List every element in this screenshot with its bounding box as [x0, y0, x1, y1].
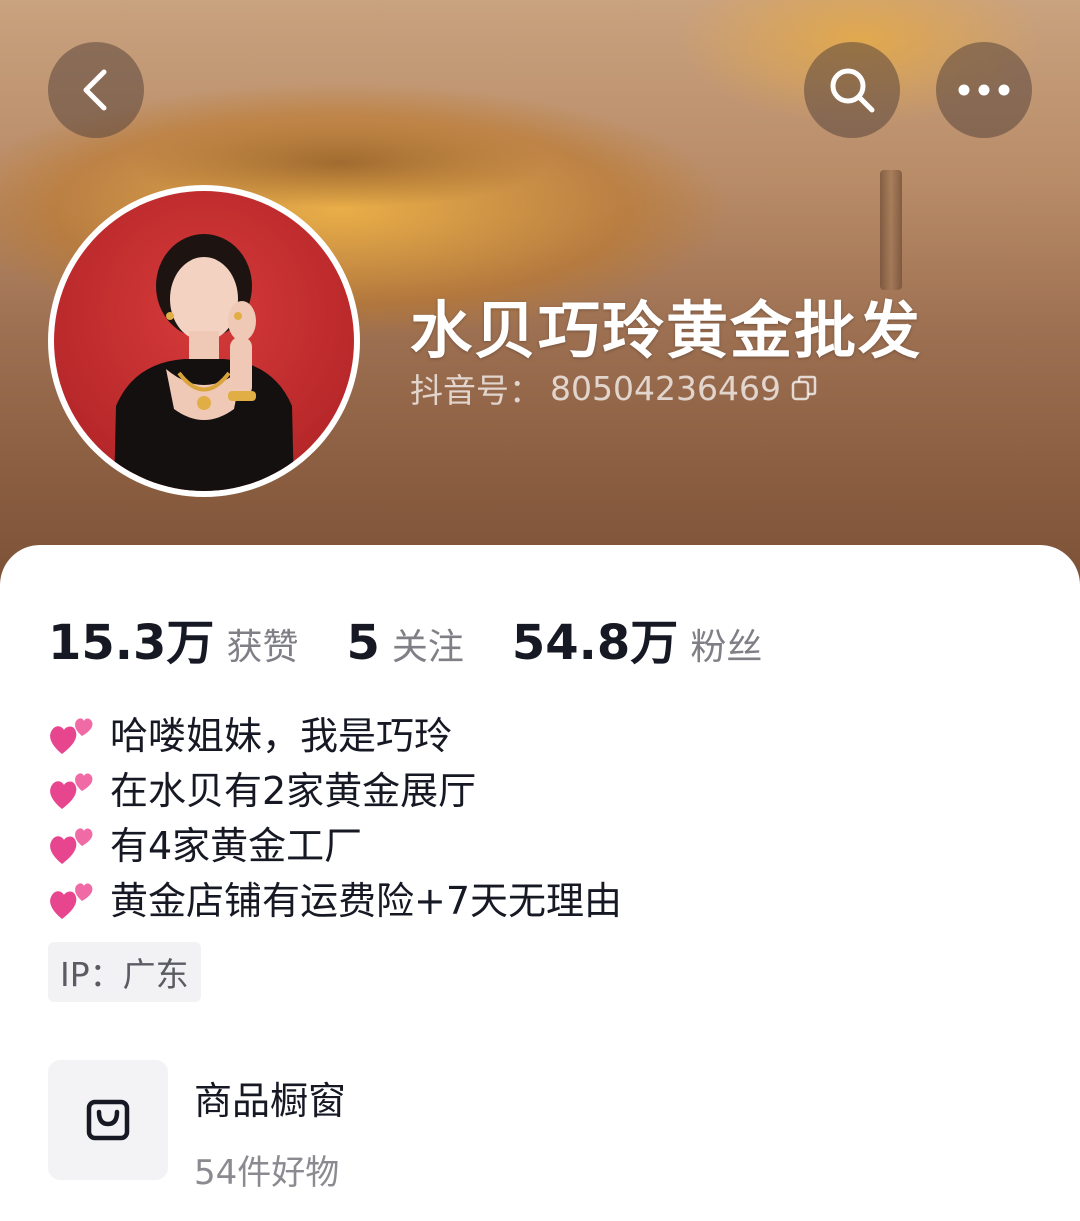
- bio-text: 在水贝有2家黄金展厅: [110, 769, 477, 813]
- two-hearts-icon: [50, 772, 93, 809]
- douyin-id-value: 80504236469: [550, 368, 781, 408]
- shop-subtitle: 54件好物: [194, 1153, 340, 1193]
- avatar-photo: [54, 191, 354, 491]
- stat-following-label: 关注: [391, 627, 464, 668]
- product-showcase-entry[interactable]: 商品橱窗 54件好物: [48, 1060, 346, 1194]
- avatar-portrait: [114, 234, 294, 491]
- douyin-id-row[interactable]: 抖音号： 80504236469: [410, 364, 819, 412]
- profile-name: 水贝巧玲黄金批发: [410, 294, 923, 367]
- search-button[interactable]: [804, 42, 900, 138]
- bio-line: 有4家黄金工厂: [48, 815, 622, 870]
- two-hearts-icon: [50, 827, 93, 864]
- stat-likes-label: 获赞: [226, 627, 299, 668]
- shop-text: 商品橱窗 54件好物: [194, 1060, 346, 1194]
- douyin-id-label: 抖音号：: [410, 371, 542, 410]
- search-icon: [830, 68, 875, 113]
- bio-text: 黄金店铺有运费险+7天无理由: [110, 879, 623, 923]
- two-hearts-icon: [50, 882, 93, 919]
- ip-location-badge: IP：广东: [48, 942, 201, 1002]
- bio-line: 黄金店铺有运费险+7天无理由: [48, 870, 622, 925]
- banner-stand: [880, 170, 902, 290]
- stat-likes-value: 15.3万: [48, 615, 215, 671]
- bio-line: 在水贝有2家黄金展厅: [48, 760, 622, 815]
- chevron-left-icon: [83, 69, 107, 111]
- shopping-bag-icon: [86, 1099, 130, 1141]
- two-hearts-icon: [50, 717, 93, 754]
- shop-icon-box: [48, 1060, 168, 1180]
- stat-followers[interactable]: 54.8万 粉丝: [512, 603, 762, 673]
- more-horizontal-icon: [958, 84, 1010, 96]
- avatar[interactable]: [48, 185, 360, 497]
- shop-title: 商品橱窗: [194, 1079, 347, 1123]
- stat-followers-label: 粉丝: [690, 627, 763, 668]
- profile-card: 15.3万 获赞 5 关注 54.8万 粉丝 哈喽姐妹，我是巧玲 在水贝有2家黄…: [0, 545, 1080, 1221]
- stat-following-value: 5: [346, 615, 380, 671]
- stat-likes[interactable]: 15.3万 获赞: [48, 603, 298, 673]
- bio-line: 哈喽姐妹，我是巧玲: [48, 705, 622, 760]
- copy-icon[interactable]: [789, 373, 819, 403]
- stat-followers-value: 54.8万: [511, 615, 679, 671]
- stat-following[interactable]: 5 关注: [346, 615, 463, 671]
- back-button[interactable]: [48, 42, 144, 138]
- bio: 哈喽姐妹，我是巧玲 在水贝有2家黄金展厅 有4家黄金工厂 黄金店铺有运费险+7天…: [48, 705, 622, 925]
- stats-row: 15.3万 获赞 5 关注 54.8万 粉丝: [48, 603, 810, 673]
- more-button[interactable]: [936, 42, 1032, 138]
- bio-text: 有4家黄金工厂: [110, 824, 363, 868]
- bio-text: 哈喽姐妹，我是巧玲: [110, 714, 453, 758]
